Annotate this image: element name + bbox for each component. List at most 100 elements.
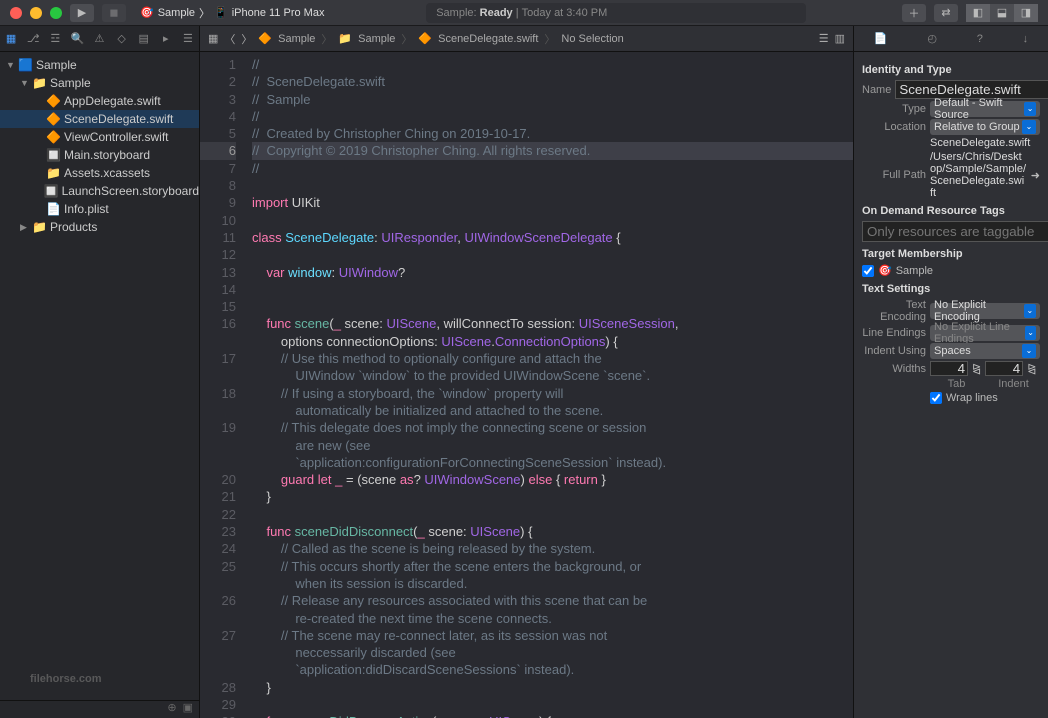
status-prefix: Sample: [436,7,476,19]
run-button[interactable]: ▶ [70,4,94,22]
activity-view[interactable]: Sample: Ready | Today at 3:40 PM [426,3,806,23]
status-time: Today at 3:40 PM [522,7,608,19]
target-checkbox[interactable] [862,265,874,277]
location-file: SceneDelegate.swift [930,137,1040,149]
panel-toggles: ◧ ⬓ ◨ [966,4,1038,22]
tree-file[interactable]: 📄Info.plist [0,200,199,218]
code-review-button[interactable]: ⇄ [934,4,958,22]
navigator-tabs: ▦ ⎇ ☲ 🔍 ⚠ ◇ ▤ ▸ ☰ [0,26,199,52]
project-nav-icon[interactable]: ▦ [3,32,19,45]
related-items-icon[interactable]: ▦ [208,32,218,45]
scheme-device: iPhone 11 Pro Max [232,7,325,19]
filter-icon[interactable]: ⊕ [167,701,176,718]
toggle-navigator-button[interactable]: ◧ [966,4,990,22]
source-control-nav-icon[interactable]: ⎇ [25,32,41,45]
line-gutter[interactable]: 1234567891011121314151617181920212223242… [200,52,246,718]
target-name: Sample [896,265,933,277]
status-state: Ready [480,7,513,19]
test-nav-icon[interactable]: ◇ [114,32,130,45]
app-icon: 🎯 [140,6,154,19]
swift-icon: 🔶 [46,94,60,108]
forward-button[interactable]: 〉 [241,31,252,47]
close-icon[interactable] [10,7,22,19]
tree-file[interactable]: 📁Assets.xcassets [0,164,199,182]
jump-bar[interactable]: ▦ 〈 〉 🔶Sample〉 📁Sample〉 🔶SceneDelegate.s… [200,26,853,52]
stepper-icon[interactable]: ⧎ [972,362,981,375]
swift-icon: 🔶 [46,112,60,126]
chevron-down-icon: ⌄ [1024,102,1036,116]
indent-popup[interactable]: Spaces⌄ [930,343,1040,359]
folder-icon: 📁 [32,220,46,234]
window-controls [10,7,62,19]
storyboard-icon: 🔲 [44,184,58,198]
tree-file[interactable]: 🔲LaunchScreen.storyboard [0,182,199,200]
zoom-icon[interactable] [50,7,62,19]
tree-file[interactable]: 🔶AppDelegate.swift [0,92,199,110]
chevron-down-icon: ⌄ [1025,326,1036,340]
tree-project[interactable]: ▼🟦Sample [0,56,199,74]
reveal-icon[interactable]: ➜ [1031,169,1040,182]
editor: ▦ 〈 〉 🔶Sample〉 📁Sample〉 🔶SceneDelegate.s… [200,26,853,718]
scm-filter-icon[interactable]: ▣ [183,701,193,718]
tree-group-products[interactable]: ▶📁Products [0,218,199,236]
titlebar: ▶ ◼ 🎯 Sample 〉 📱 iPhone 11 Pro Max Sampl… [0,0,1048,26]
odr-field [862,221,1048,242]
breakpoint-nav-icon[interactable]: ▸ [158,32,174,45]
app-icon: 🎯 [878,264,892,277]
history-inspector-icon[interactable]: ◴ [927,32,937,45]
code-area[interactable]: 1234567891011121314151617181920212223242… [200,52,853,718]
navigator: ▦ ⎇ ☲ 🔍 ⚠ ◇ ▤ ▸ ☰ ▼🟦Sample ▼📁Sample 🔶App… [0,26,200,718]
debug-nav-icon[interactable]: ▤ [136,32,152,45]
tree-file[interactable]: 🔶ViewController.swift [0,128,199,146]
folder-icon: 📁 [32,76,46,90]
assets-icon: 📁 [46,166,60,180]
encoding-popup[interactable]: No Explicit Encoding⌄ [930,303,1040,319]
library-button[interactable]: ＋ [902,4,926,22]
watermark: filehorse.com [30,662,102,688]
inspector-tabs: 📄 ◴ ? ↓ [854,26,1048,52]
stepper-icon[interactable]: ⧎ [1027,362,1036,375]
toggle-debug-button[interactable]: ⬓ [990,4,1014,22]
attributes-inspector-icon[interactable]: ↓ [1023,33,1029,45]
source-text[interactable]: //// SceneDelegate.swift// Sample//// Cr… [246,52,853,718]
project-icon: 🟦 [18,58,32,72]
project-tree: ▼🟦Sample ▼📁Sample 🔶AppDelegate.swift 🔶Sc… [0,52,199,700]
navigator-footer: ⊕ ▣ [0,700,199,718]
location-popup[interactable]: Relative to Group⌄ [930,119,1040,135]
editor-options-icon[interactable]: ☰ [819,32,829,45]
tab-width-field[interactable] [930,361,968,376]
scheme-selector[interactable]: 🎯 Sample 〉 📱 iPhone 11 Pro Max [134,5,330,21]
tree-file-selected[interactable]: 🔶SceneDelegate.swift [0,110,199,128]
odr-header: On Demand Resource Tags [862,205,1040,217]
stop-button[interactable]: ◼ [102,4,126,22]
swift-icon: 🔶 [46,130,60,144]
fullpath-value: /Users/Chris/Desktop/Sample/Sample/Scene… [930,151,1027,199]
symbol-nav-icon[interactable]: ☲ [47,32,63,45]
ts-header: Text Settings [862,283,1040,295]
device-icon: 📱 [214,6,228,19]
toggle-inspector-button[interactable]: ◨ [1014,4,1038,22]
lineendings-popup[interactable]: No Explicit Line Endings⌄ [930,325,1040,341]
report-nav-icon[interactable]: ☰ [180,32,196,45]
inspector: 📄 ◴ ? ↓ Identity and Type Name TypeDefau… [853,26,1048,718]
file-inspector-icon[interactable]: 📄 [874,32,888,45]
type-popup[interactable]: Default - Swift Source⌄ [930,101,1040,117]
tree-file[interactable]: 🔲Main.storyboard [0,146,199,164]
adjust-editor-icon[interactable]: ▥ [835,32,845,45]
back-button[interactable]: 〈 [224,31,235,47]
minimize-icon[interactable] [30,7,42,19]
scheme-app: Sample [158,7,195,19]
help-inspector-icon[interactable]: ? [977,33,983,45]
wrap-checkbox[interactable] [930,392,942,404]
chevron-down-icon: ⌄ [1022,120,1036,134]
issue-nav-icon[interactable]: ⚠ [91,32,107,45]
plist-icon: 📄 [46,202,60,216]
chevron-right-icon: 〉 [199,5,210,21]
swift-icon: 🔶 [418,32,432,45]
wrap-label: Wrap lines [946,392,998,404]
swift-icon: 🔶 [258,32,272,45]
indent-width-field[interactable] [985,361,1023,376]
tree-group[interactable]: ▼📁Sample [0,74,199,92]
find-nav-icon[interactable]: 🔍 [69,32,85,45]
storyboard-icon: 🔲 [46,148,60,162]
